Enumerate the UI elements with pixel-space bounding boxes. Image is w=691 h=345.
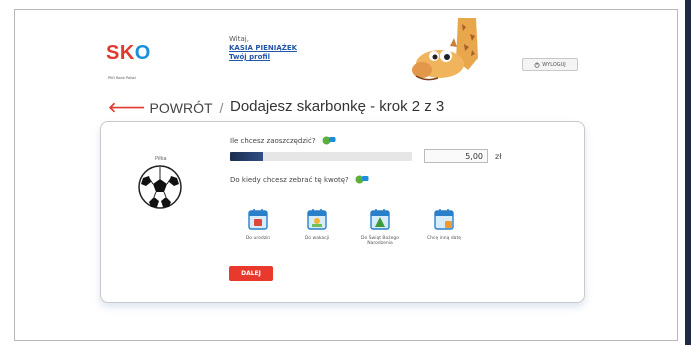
- back-link[interactable]: 🡐 POWRÓT /: [108, 99, 223, 116]
- date-option-vacation[interactable]: Do wakacji: [293, 208, 341, 241]
- soccer-ball-icon: [138, 165, 182, 209]
- amount-input[interactable]: [424, 149, 488, 163]
- amount-slider-fill: [230, 152, 263, 161]
- logo-subtitle: PKO Bank Polski: [108, 76, 136, 80]
- vacation-calendar-icon: [307, 209, 327, 230]
- logout-label: WYLOGUJ: [542, 61, 566, 68]
- date-option-birthday[interactable]: Do urodzin: [234, 208, 282, 241]
- date-options: Do urodzin Do wakacji Do Świąt Bożego Na…: [230, 208, 490, 252]
- amount-question-label: Ile chcesz zaoszczędzić?: [230, 136, 316, 145]
- currency-label: zł: [495, 152, 502, 161]
- amount-question: Ile chcesz zaoszczędzić?: [230, 136, 336, 145]
- user-greeting: Witaj, KASIA PIENIĄŻEK Twój profil: [229, 35, 297, 62]
- amount-slider[interactable]: [230, 152, 412, 161]
- profile-link[interactable]: Twój profil: [229, 53, 297, 62]
- date-option-label: Do wakacji: [304, 236, 330, 241]
- date-option-christmas[interactable]: Do Świąt Bożego Narodzenia: [356, 208, 404, 246]
- back-arrow-icon: 🡐: [108, 99, 146, 115]
- birthday-calendar-icon: [248, 209, 268, 230]
- date-option-label: Do urodzin: [245, 236, 271, 241]
- sko-logo[interactable]: SKO PKO Bank Polski: [106, 42, 158, 82]
- date-option-label: Chcę inną datę: [427, 236, 461, 241]
- back-label: POWRÓT: [149, 99, 213, 116]
- page-title: Dodajesz skarbonkę - krok 2 z 3: [230, 98, 445, 115]
- help-icon[interactable]: [355, 175, 369, 184]
- piggy-name: Piłka: [155, 156, 167, 162]
- next-button[interactable]: DALEJ: [229, 266, 273, 281]
- date-option-label: Do Świąt Bożego Narodzenia: [361, 236, 399, 246]
- help-icon[interactable]: [322, 136, 336, 145]
- logout-button[interactable]: WYLOGUJ: [522, 58, 578, 71]
- user-name-link[interactable]: KASIA PIENIĄŻEK: [229, 44, 297, 53]
- power-icon: [534, 61, 540, 68]
- custom-date-calendar-icon: [434, 209, 454, 230]
- date-option-custom[interactable]: Chcę inną datę: [420, 208, 468, 241]
- logo-text: SKO: [106, 42, 151, 64]
- greeting-text: Witaj,: [229, 35, 249, 43]
- christmas-calendar-icon: [370, 209, 390, 230]
- date-question: Do kiedy chcesz zebrać tę kwotę?: [230, 175, 369, 184]
- giraffe-mascot-icon: [412, 18, 478, 81]
- page-edge-bar: [685, 0, 691, 345]
- date-question-label: Do kiedy chcesz zebrać tę kwotę?: [230, 175, 349, 184]
- breadcrumb-separator: /: [219, 99, 224, 116]
